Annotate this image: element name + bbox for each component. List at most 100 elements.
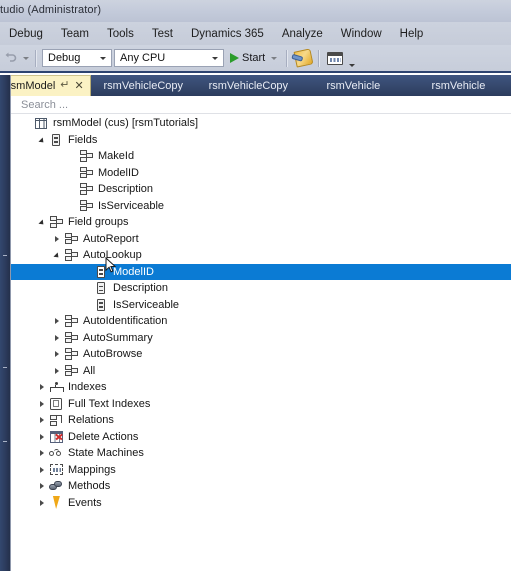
tree-item-description[interactable]: Description [11,280,511,297]
tree-item-makeid[interactable]: MakeId [11,148,511,165]
tree-item-isserviceable[interactable]: IsServiceable [11,198,511,215]
field-group-icon [78,182,94,196]
tree-item-label: Methods [68,480,111,493]
tree-item-relations[interactable]: Relations [11,412,511,429]
tree-item-full-text-indexes[interactable]: Full Text Indexes [11,396,511,413]
close-icon[interactable]: ✕ [75,80,84,92]
toolbar-overflow-icon[interactable] [346,47,357,69]
tree-item-autoreport[interactable]: AutoReport [11,231,511,248]
tree-item-description[interactable]: Description [11,181,511,198]
menu-bar: Debug Team Tools Test Dynamics 365 Analyze Win… [0,22,511,45]
chevron-right-icon[interactable] [51,334,63,341]
field-icon [93,281,109,295]
solution-platform-combo[interactable]: Any CPU [114,49,224,67]
toolbar-separator-1 [35,49,37,67]
undo-dropdown-icon[interactable] [20,49,31,67]
chevron-down-icon[interactable] [36,137,48,145]
chevron-right-icon[interactable] [51,367,63,374]
state-machine-icon [48,446,64,460]
field-icon [93,265,109,279]
chevron-down-icon[interactable] [51,252,63,260]
chevron-right-icon[interactable] [36,384,48,391]
tree-item-modelid[interactable]: ModelID [11,263,511,280]
chevron-right-icon[interactable] [36,499,48,506]
menu-item-dynamics-365[interactable]: Dynamics 365 [182,26,273,42]
tree-item-indexes[interactable]: Indexes [11,379,511,396]
tree-item-field-groups[interactable]: Field groups [11,214,511,231]
tree-item-delete-actions[interactable]: Delete Actions [11,429,511,446]
field-group-icon [78,199,94,213]
relation-icon [48,413,64,427]
tree-item-methods[interactable]: Methods [11,478,511,495]
tab-rsmmodel-active[interactable]: rsmModel ↵ ✕ [0,75,91,96]
tree-item-state-machines[interactable]: State Machines [11,445,511,462]
attach-to-process-icon[interactable] [292,48,314,68]
tree-item-autosummary[interactable]: AutoSummary [11,330,511,347]
tree-item-label: Fields [68,133,98,146]
chevron-right-icon[interactable] [36,466,48,473]
tree-item-label: IsServiceable [113,298,180,311]
tree-item-isserviceable[interactable]: IsServiceable [11,297,511,314]
tree-item-autoidentification[interactable]: AutoIdentification [11,313,511,330]
tree-item-mappings[interactable]: Mappings [11,462,511,479]
tree-item-all[interactable]: All [11,363,511,380]
tree-item-fields[interactable]: Fields [11,132,511,149]
toolbar-separator-2 [286,49,289,67]
tab-rsmvehiclecopy-1[interactable]: rsmVehicleCopy [91,75,196,96]
tree-item-label: AutoReport [83,232,139,245]
tree-item-label: Events [68,496,102,509]
menu-item-window[interactable]: Window [332,26,391,42]
menu-item-team[interactable]: Team [52,26,98,42]
window-layout-icon[interactable] [324,48,346,68]
mapping-icon [48,463,64,477]
menu-item-test[interactable]: Test [143,26,182,42]
pin-icon[interactable]: ↵ [60,79,69,91]
tab-rsmvehicle-4[interactable]: rsmVehicle [406,75,511,96]
full-text-index-icon [48,397,64,411]
chevron-right-icon[interactable] [36,450,48,457]
solution-configuration-combo[interactable]: Debug [42,49,112,67]
chevron-right-icon[interactable] [51,351,63,358]
field-group-icon [63,314,79,328]
tree-item-modelid[interactable]: ModelID [11,165,511,182]
delete-action-icon [48,430,64,444]
chevron-down-icon[interactable] [36,219,48,227]
field-group-icon [63,331,79,345]
chevron-right-icon[interactable] [51,318,63,325]
field-group-icon [63,347,79,361]
start-dropdown-icon[interactable] [268,49,279,67]
chevron-right-icon[interactable] [36,400,48,407]
tree-item-events[interactable]: Events [11,495,511,512]
chevron-right-icon[interactable] [36,417,48,424]
tree-item-autolookup[interactable]: AutoLookup [11,247,511,264]
tree-item-autobrowse[interactable]: AutoBrowse [11,346,511,363]
tab-rsmvehicle-3[interactable]: rsmVehicle [301,75,406,96]
tree-item-rsmmodel-cus-rsmtutorials-[interactable]: rsmModel (cus) [rsmTutorials] [11,115,511,132]
solution-configuration-value: Debug [48,52,81,64]
search-row[interactable]: Search ... [11,96,511,114]
chevron-right-icon[interactable] [51,235,63,242]
menu-item-tools[interactable]: Tools [98,26,143,42]
chevron-right-icon[interactable] [36,433,48,440]
start-debug-button[interactable]: Start [225,48,282,68]
tab-label: rsmVehicleCopy [103,79,183,92]
chevron-right-icon[interactable] [36,483,48,490]
undo-icon[interactable] [2,49,20,67]
inactive-tabs: rsmVehicleCopy rsmVehicleCopy rsmVehicle rs… [91,75,511,96]
tab-label: rsmVehicle [326,79,381,92]
chevron-down-icon[interactable] [209,56,221,60]
menu-item-analyze[interactable]: Analyze [273,26,332,42]
tree-item-label: Indexes [68,381,107,394]
toolbar-separator-3 [318,49,321,67]
search-input[interactable]: Search ... [11,99,68,111]
field-group-icon [63,364,79,378]
tab-rsmvehiclecopy-2[interactable]: rsmVehicleCopy [196,75,301,96]
field-icon [93,298,109,312]
field-group-icon [78,166,94,180]
menu-item-help[interactable]: Help [391,26,433,42]
tree-item-label: Full Text Indexes [68,397,151,410]
table-icon [33,116,49,130]
chevron-down-icon[interactable] [97,56,109,60]
field-icon [48,133,64,147]
menu-item-debug[interactable]: Debug [0,26,52,42]
